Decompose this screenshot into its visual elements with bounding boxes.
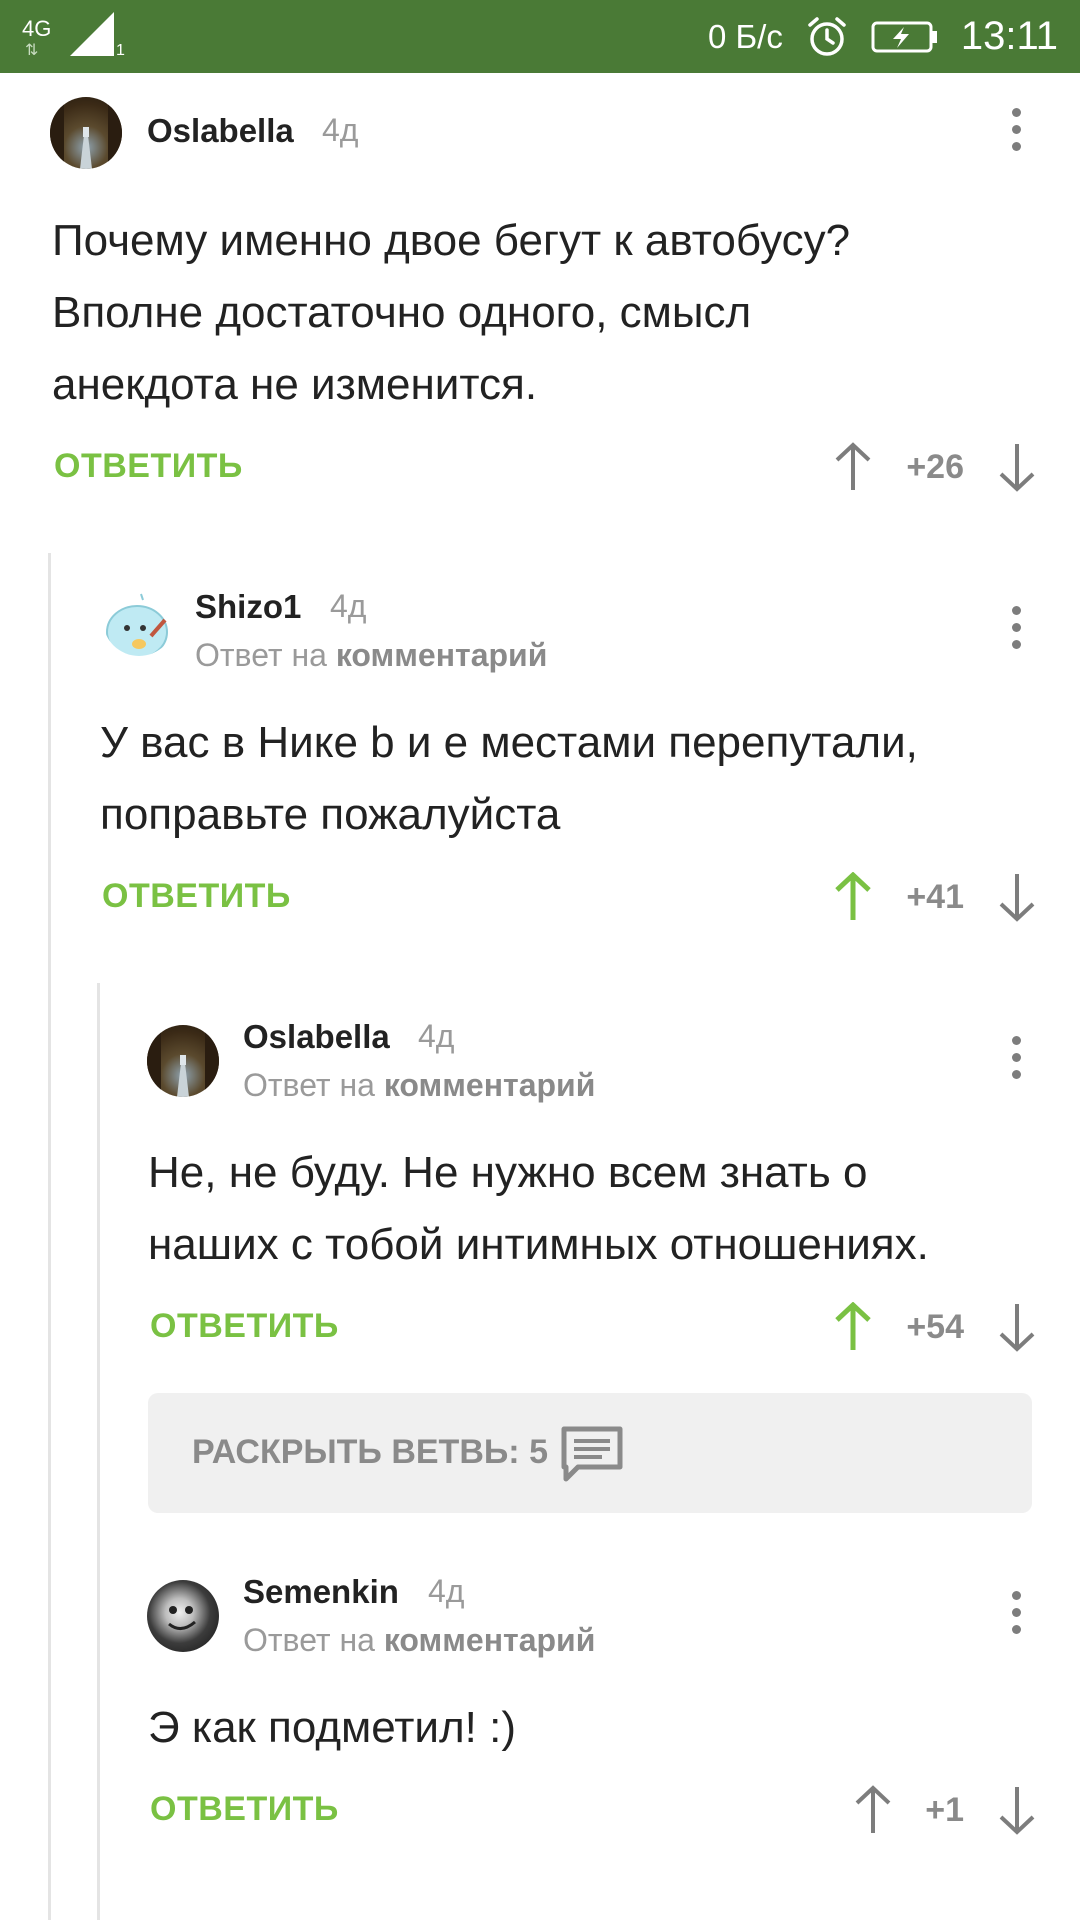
reply-to: Ответ на комментарий: [243, 1622, 595, 1659]
comment-line: Э как подметил! :): [148, 1703, 517, 1752]
comment-body: Почему именно двое бегут к автобусу? Впо…: [52, 205, 850, 421]
upvote-icon[interactable]: [833, 442, 873, 492]
status-bar: 4G ⇅ 1 0 Б/с 13:11: [0, 0, 1080, 73]
network-type: 4G: [22, 16, 52, 41]
thread-line-level-2: [97, 983, 100, 1920]
username[interactable]: Semenkin: [243, 1573, 399, 1611]
avatar-image: [147, 1025, 219, 1097]
reply-to-link[interactable]: комментарий: [336, 637, 548, 673]
avatar-image: [168, 1606, 196, 1630]
more-options-icon[interactable]: [1010, 606, 1022, 654]
comment-age: 4д: [418, 1018, 455, 1054]
avatar-image: [50, 97, 122, 169]
comment-line: поправьте пожалуйста: [100, 790, 561, 839]
avatar[interactable]: [147, 1580, 219, 1652]
avatar[interactable]: [103, 584, 175, 656]
reply-button[interactable]: ОТВЕТИТЬ: [150, 1307, 339, 1346]
thread-line-level-1: [48, 553, 51, 1920]
clock: 13:11: [960, 14, 1058, 58]
reply-button[interactable]: ОТВЕТИТЬ: [54, 447, 243, 486]
comment-line: Почему именно двое бегут к автобусу?: [52, 216, 851, 265]
network-speed: 0 Б/с: [708, 17, 783, 55]
downvote-icon[interactable]: [997, 1785, 1037, 1835]
avatar[interactable]: [50, 97, 122, 169]
avatar[interactable]: [147, 1025, 219, 1097]
more-options-icon[interactable]: [1010, 1036, 1022, 1084]
data-arrows-icon: ⇅: [25, 42, 39, 59]
score: +54: [906, 1308, 964, 1346]
downvote-icon[interactable]: [997, 872, 1037, 922]
comment-line: Вполне достаточно одного, смысл: [52, 288, 752, 337]
comment-body: Э как подметил! :): [148, 1692, 516, 1764]
score: +1: [925, 1791, 964, 1829]
reply-to-link[interactable]: комментарий: [384, 1622, 596, 1658]
reply-button[interactable]: ОТВЕТИТЬ: [150, 1790, 339, 1829]
comment-line: У вас в Нике b и е местами перепутали,: [100, 718, 918, 767]
upvote-icon[interactable]: [833, 1302, 873, 1352]
username[interactable]: Oslabella: [147, 112, 294, 150]
downvote-icon[interactable]: [997, 1302, 1037, 1352]
expand-thread-button[interactable]: РАСКРЫТЬ ВЕТВЬ: 5: [148, 1393, 1032, 1513]
comment-age: 4д: [428, 1573, 465, 1609]
alarm-icon: [808, 16, 846, 56]
username[interactable]: Shizo1: [195, 588, 301, 626]
more-options-icon[interactable]: [1010, 1591, 1022, 1639]
comment-line: анекдота не изменится.: [52, 360, 538, 409]
comment-line: Не, не буду. Не нужно всем знать о: [148, 1148, 868, 1197]
more-options-icon[interactable]: [1010, 108, 1022, 156]
score: +41: [906, 878, 964, 916]
avatar-image: [106, 593, 168, 656]
expand-thread-label: РАСКРЫТЬ ВЕТВЬ: 5: [192, 1433, 548, 1471]
comment-body: У вас в Нике b и е местами перепутали, п…: [100, 707, 918, 851]
comment-age: 4д: [322, 112, 359, 148]
signal-sub: 1: [116, 42, 125, 59]
battery-charging-icon: [871, 21, 937, 52]
reply-to-prefix: Ответ на: [195, 637, 327, 673]
reply-to-prefix: Ответ на: [243, 1067, 375, 1103]
reply-to: Ответ на комментарий: [195, 637, 547, 674]
reply-to-prefix: Ответ на: [243, 1622, 375, 1658]
username[interactable]: Oslabella: [243, 1018, 390, 1056]
comment-age: 4д: [330, 588, 367, 624]
reply-button[interactable]: ОТВЕТИТЬ: [102, 877, 291, 916]
downvote-icon[interactable]: [997, 442, 1037, 492]
reply-to-link[interactable]: комментарий: [384, 1067, 596, 1103]
reply-to: Ответ на комментарий: [243, 1067, 595, 1104]
comments-icon: [561, 1426, 623, 1482]
comment-line: наших с тобой интимных отношениях.: [148, 1220, 929, 1269]
comment-body: Не, не буду. Не нужно всем знать о наших…: [148, 1137, 929, 1281]
upvote-icon[interactable]: [833, 872, 873, 922]
score: +26: [906, 448, 964, 486]
